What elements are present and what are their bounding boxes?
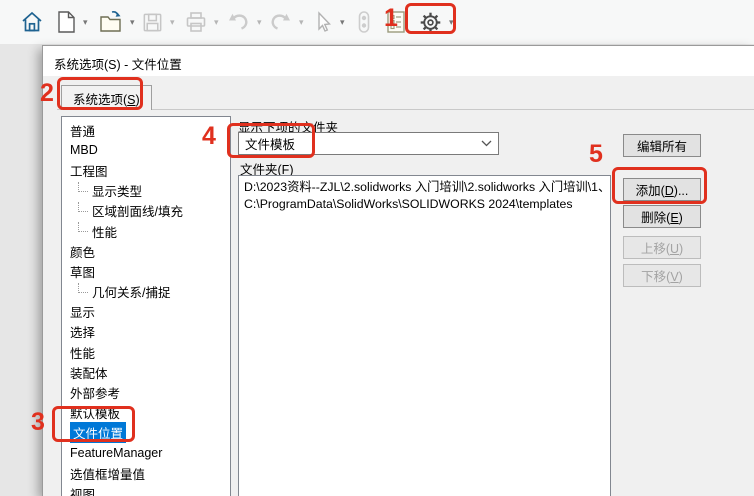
dialog-titlebar[interactable]: 系统选项(S) - 文件位置 <box>43 46 754 76</box>
redo-dropdown-icon: ▾ <box>299 18 304 27</box>
print-icon <box>184 10 208 34</box>
options-dropdown-icon[interactable]: ▾ <box>449 18 454 27</box>
tree-item[interactable]: 选择 <box>62 322 230 342</box>
undo-dropdown-icon: ▾ <box>257 18 262 27</box>
folder-list: D:\2023资料--ZJL\2.solidworks 入门培训\2.solid… <box>238 175 611 496</box>
tree-item[interactable]: 工程图 <box>62 160 230 180</box>
add-button[interactable]: 添加(D)... <box>623 178 701 201</box>
select-button[interactable]: ▾ <box>310 0 345 44</box>
tab-system-options[interactable]: 系统选项(S) <box>61 85 152 110</box>
dialog-title: 系统选项(S) - 文件位置 <box>54 54 182 73</box>
tree-item[interactable]: FeatureManager <box>62 443 230 463</box>
open-icon <box>98 10 124 34</box>
tree-item[interactable]: 草图 <box>62 261 230 281</box>
tree-item[interactable]: 装配体 <box>62 362 230 382</box>
save-icon <box>141 11 164 34</box>
tree-connector <box>78 283 88 293</box>
print-dropdown-icon: ▾ <box>214 18 219 27</box>
rebuild-button-disabled <box>354 0 374 44</box>
system-options-dialog: 系统选项(S) - 文件位置 系统选项(S) 普通MBD工程图显示类型区域剖面线… <box>42 45 754 496</box>
move-down-button: 下移(V) <box>623 264 701 287</box>
select-arrow-icon <box>310 10 334 34</box>
new-document-icon <box>55 10 77 34</box>
options-tree: 普通MBD工程图显示类型区域剖面线/填充性能颜色草图几何关系/捕捉显示选择性能装… <box>61 116 231 496</box>
tree-connector <box>78 202 88 212</box>
tree-item[interactable]: 普通 <box>62 120 230 140</box>
tab-label: 系统选项(S) <box>73 89 140 108</box>
tree-item[interactable]: 视图 <box>62 483 230 496</box>
tree-item[interactable]: 性能 <box>62 221 230 241</box>
tree-item[interactable]: 显示 <box>62 302 230 322</box>
folder-category-combobox[interactable]: 文件模板 <box>238 132 499 155</box>
rebuild-icon <box>354 9 374 35</box>
tree-connector <box>78 182 88 192</box>
open-button[interactable]: ▾ <box>98 0 135 44</box>
select-dropdown-icon[interactable]: ▾ <box>340 18 345 27</box>
tree-item-selected[interactable]: 文件位置 <box>62 423 230 443</box>
main-toolbar: ▾ ▾ ▾ <box>0 0 754 44</box>
home-button[interactable] <box>20 0 44 44</box>
open-dropdown-icon[interactable]: ▾ <box>130 18 135 27</box>
tree-item[interactable]: 外部参考 <box>62 382 230 402</box>
file-properties-icon <box>384 9 408 35</box>
new-document-button[interactable]: ▾ <box>55 0 88 44</box>
save-dropdown-icon: ▾ <box>170 18 175 27</box>
new-document-dropdown-icon[interactable]: ▾ <box>83 18 88 27</box>
undo-icon <box>226 10 251 34</box>
home-icon <box>20 10 44 34</box>
tree-item[interactable]: 几何关系/捕捉 <box>62 282 230 302</box>
file-properties-button[interactable] <box>384 0 408 44</box>
move-up-button: 上移(U) <box>623 236 701 259</box>
edit-all-button[interactable]: 编辑所有 <box>623 134 701 157</box>
combobox-value: 文件模板 <box>245 134 295 153</box>
solidworks-window: ▾ ▾ ▾ <box>0 0 754 496</box>
tree-item[interactable]: 默认模板 <box>62 403 230 423</box>
tree-connector <box>78 222 88 232</box>
tree-item[interactable]: MBD <box>62 140 230 160</box>
dropdown-arrow-icon[interactable] <box>481 140 492 147</box>
redo-button-disabled: ▾ <box>268 0 304 44</box>
tree-item[interactable]: 显示类型 <box>62 181 230 201</box>
tree-item[interactable]: 性能 <box>62 342 230 362</box>
tree-item[interactable]: 选值框增量值 <box>62 463 230 483</box>
options-button[interactable]: ▾ <box>418 0 454 44</box>
save-button-disabled: ▾ <box>141 0 175 44</box>
folder-path-item[interactable]: C:\ProgramData\SolidWorks\SOLIDWORKS 202… <box>244 196 610 213</box>
options-gear-icon <box>418 10 443 35</box>
undo-button-disabled: ▾ <box>226 0 262 44</box>
tree-item[interactable]: 颜色 <box>62 241 230 261</box>
tab-page-border <box>57 109 754 110</box>
folder-path-item[interactable]: D:\2023资料--ZJL\2.solidworks 入门培训\2.solid… <box>244 179 610 196</box>
tree-item[interactable]: 区域剖面线/填充 <box>62 201 230 221</box>
delete-button[interactable]: 删除(E) <box>623 205 701 228</box>
print-button-disabled: ▾ <box>184 0 219 44</box>
redo-icon <box>268 10 293 34</box>
